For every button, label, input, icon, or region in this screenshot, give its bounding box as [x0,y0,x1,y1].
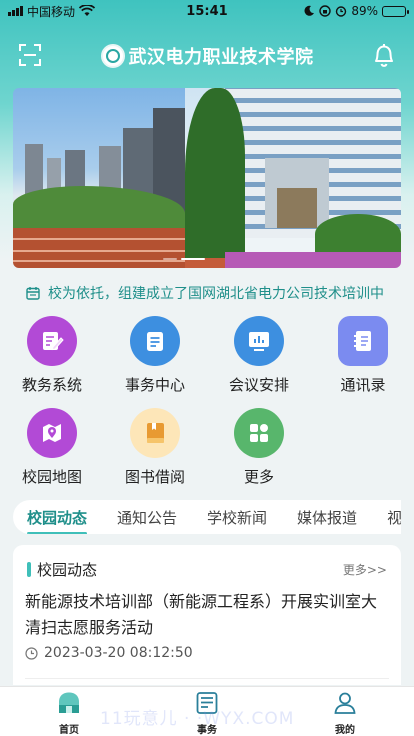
banner-image-campus [13,88,185,268]
news-item-date: 2023-03-20 08:12:50 [25,645,193,661]
chart-board-icon [234,316,284,366]
tabbar-label: 我的 [335,725,355,736]
document-list-icon [130,316,180,366]
tab-campus-news[interactable]: 校园动态 [27,507,88,534]
clock-icon [25,646,38,660]
alarm-icon [336,6,347,17]
signal-icon [8,6,23,16]
tab-school-news[interactable]: 学校新闻 [207,507,267,528]
carrier-label: 中国移动 [27,4,76,19]
map-pin-icon [27,408,77,458]
func-academic-system[interactable]: 教务系统 [7,316,97,395]
banner-image-building [185,88,401,268]
tab-notices[interactable]: 通知公告 [117,507,177,528]
grid-more-icon [234,408,284,458]
func-contacts[interactable]: 通讯录 [318,316,408,395]
notice-text: 校为依托，组建成立了国网湖北省电力公司技术培训中 [48,286,384,302]
battery-icon [382,5,409,17]
battery-percent: 89% [351,4,378,18]
section-title: 校园动态 [37,561,98,579]
func-label: 会议安排 [228,376,289,394]
book-icon [130,408,180,458]
notebook-icon [338,316,388,366]
edit-document-icon [27,316,77,366]
carousel-indicator [163,258,205,260]
tabbar-mine[interactable]: 我的 [315,691,375,736]
moon-icon [304,5,315,16]
news-item-title[interactable]: 新能源技术培训部（新能源工程系）开展实训室大清扫志愿服务活动 [25,589,389,641]
news-category-tabs: 校园动态 通知公告 学校新闻 媒体报道 视 [13,500,401,534]
news-card: 校园动态 更多>> 新能源技术培训部（新能源工程系）开展实训室大清扫志愿服务活动… [13,545,401,685]
wifi-icon [79,5,96,16]
func-label: 图书借阅 [124,468,185,486]
scan-icon[interactable] [18,43,42,67]
status-bar: 中国移动 15:41 89% [0,0,414,22]
home-icon [59,692,79,713]
notice-marquee[interactable]: 校为依托，组建成立了国网湖北省电力公司技术培训中 [26,283,390,303]
school-logo [100,44,125,68]
func-meeting-schedule[interactable]: 会议安排 [214,316,304,395]
user-icon [334,692,356,714]
func-label: 校园地图 [21,468,82,486]
tabbar-label: 首页 [59,725,79,736]
nav-bar: 武汉电力职业技术学院 [0,34,414,78]
func-more[interactable]: 更多 [214,408,304,487]
page-title: 武汉电力职业技术学院 [128,47,314,68]
func-library[interactable]: 图书借阅 [110,408,200,487]
bell-icon[interactable] [372,42,396,68]
func-affairs-center[interactable]: 事务中心 [110,316,200,395]
banner-carousel[interactable] [13,88,401,268]
func-label: 教务系统 [21,376,82,394]
watermark: 11玩意儿 · ·WYX.COM [100,709,295,729]
func-label: 事务中心 [124,376,185,394]
func-campus-map[interactable]: 校园地图 [7,408,97,487]
func-label: 通讯录 [340,376,386,394]
tab-media-reports[interactable]: 媒体报道 [297,507,357,528]
func-label: 更多 [243,468,274,486]
orientation-lock-icon [319,5,332,17]
tab-video[interactable]: 视 [387,507,401,528]
tabbar-home[interactable]: 首页 [39,691,99,736]
calendar-icon [26,287,40,300]
section-marker [27,562,31,577]
more-link[interactable]: 更多>> [343,561,387,578]
date-text: 2023-03-20 08:12:50 [44,645,193,661]
clock: 15:41 [186,3,228,19]
divider [25,678,389,679]
